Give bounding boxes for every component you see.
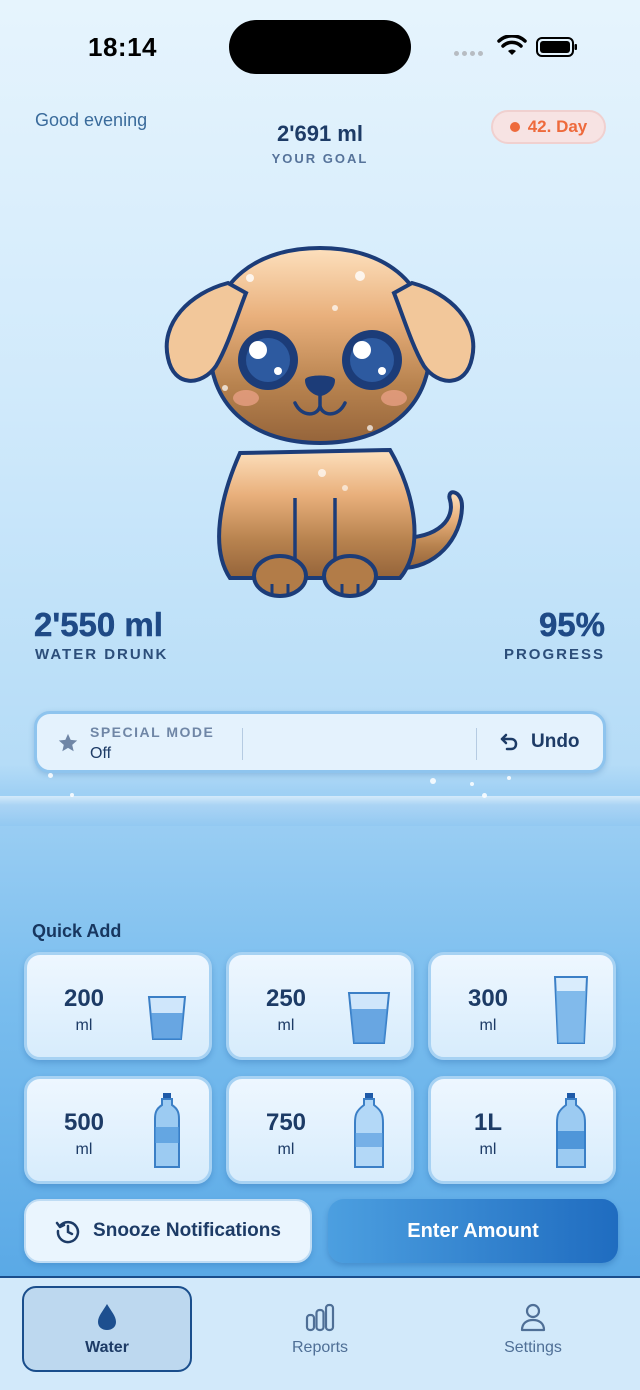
- bubble: [482, 793, 487, 798]
- tab-reports[interactable]: Reports: [235, 1286, 405, 1372]
- tab-reports-label: Reports: [291, 1339, 349, 1356]
- divider: [476, 728, 477, 760]
- progress-value: 95%: [538, 606, 606, 644]
- special-mode-label[interactable]: SPECIAL MODE: [90, 724, 214, 740]
- water-drop-icon: [98, 1304, 116, 1330]
- snooze-label: Snooze Notifications: [93, 1220, 281, 1241]
- bubble: [70, 793, 74, 797]
- tall-glass-icon: [553, 976, 589, 1044]
- quick-add-200[interactable]: 200 ml: [24, 952, 212, 1060]
- divider: [242, 728, 243, 760]
- goal-label: YOUR GOAL: [271, 151, 369, 166]
- puppy-mascot-image: [164, 245, 476, 598]
- cellular-signal-icon: [454, 51, 483, 56]
- bubble: [430, 778, 436, 784]
- bubble: [507, 776, 511, 780]
- quick-add-unit: ml: [479, 1141, 497, 1158]
- tab-settings[interactable]: Settings: [448, 1286, 618, 1372]
- quick-add-unit: ml: [277, 1141, 295, 1158]
- enter-amount-button[interactable]: Enter Amount: [328, 1199, 618, 1263]
- quick-add-750[interactable]: 750 ml: [226, 1076, 414, 1184]
- status-time: 18:14: [88, 32, 157, 62]
- quick-add-unit: ml: [479, 1017, 497, 1034]
- undo-icon: [500, 733, 518, 751]
- day-streak-badge: 42. Day: [491, 110, 606, 144]
- quick-add-300[interactable]: 300 ml: [428, 952, 616, 1060]
- snooze-notifications-button[interactable]: Snooze Notifications: [24, 1199, 312, 1263]
- person-icon: [520, 1303, 546, 1332]
- badge-dot-icon: [509, 122, 520, 132]
- tab-bar: Water Reports Settings: [0, 1276, 640, 1390]
- quick-add-amount: 300: [467, 985, 509, 1012]
- quick-add-unit: ml: [75, 1017, 93, 1034]
- undo-label: Undo: [531, 731, 580, 752]
- star-icon[interactable]: [57, 732, 79, 754]
- quick-add-amount: 1L: [473, 1109, 502, 1136]
- water-surface: [0, 796, 640, 826]
- water-drunk-value: 2'550 ml: [34, 606, 163, 644]
- tab-settings-label: Settings: [504, 1339, 562, 1356]
- undo-button[interactable]: Undo: [499, 731, 580, 753]
- quick-add-unit: ml: [277, 1017, 295, 1034]
- history-icon: [55, 1220, 80, 1244]
- quick-add-500[interactable]: 500 ml: [24, 1076, 212, 1184]
- small-bottle-icon: [154, 1093, 180, 1168]
- small-glass-icon: [147, 996, 187, 1040]
- special-mode-value[interactable]: Off: [90, 745, 111, 763]
- goal-value[interactable]: 2'691 ml: [220, 121, 420, 147]
- quick-add-title: Quick Add: [32, 921, 122, 941]
- water-drunk-label: WATER DRUNK: [35, 646, 169, 663]
- glass-icon: [347, 992, 391, 1044]
- day-streak-label: 42. Day: [527, 117, 588, 136]
- quick-add-amount: 200: [63, 985, 105, 1012]
- bubble: [470, 782, 474, 786]
- status-bar: 18:14: [0, 0, 640, 95]
- quick-add-250[interactable]: 250 ml: [226, 952, 414, 1060]
- quick-add-amount: 250: [265, 985, 307, 1012]
- dynamic-island: [229, 20, 411, 74]
- large-bottle-icon: [556, 1093, 586, 1168]
- tab-water[interactable]: Water: [22, 1286, 192, 1372]
- quick-add-amount: 750: [265, 1109, 307, 1136]
- bottle-icon: [354, 1093, 384, 1168]
- battery-icon: [536, 37, 577, 57]
- quick-add-unit: ml: [75, 1141, 93, 1158]
- bubble: [48, 773, 53, 778]
- quick-add-1l[interactable]: 1L ml: [428, 1076, 616, 1184]
- tab-water-label: Water: [85, 1339, 129, 1356]
- special-mode-bar: SPECIAL MODE Off Undo: [34, 711, 606, 773]
- wifi-icon: [497, 35, 527, 55]
- quick-add-amount: 500: [63, 1109, 105, 1136]
- progress-label: PROGRESS: [503, 646, 605, 663]
- greeting-text: Good evening: [35, 110, 148, 130]
- bar-chart-icon: [305, 1303, 335, 1332]
